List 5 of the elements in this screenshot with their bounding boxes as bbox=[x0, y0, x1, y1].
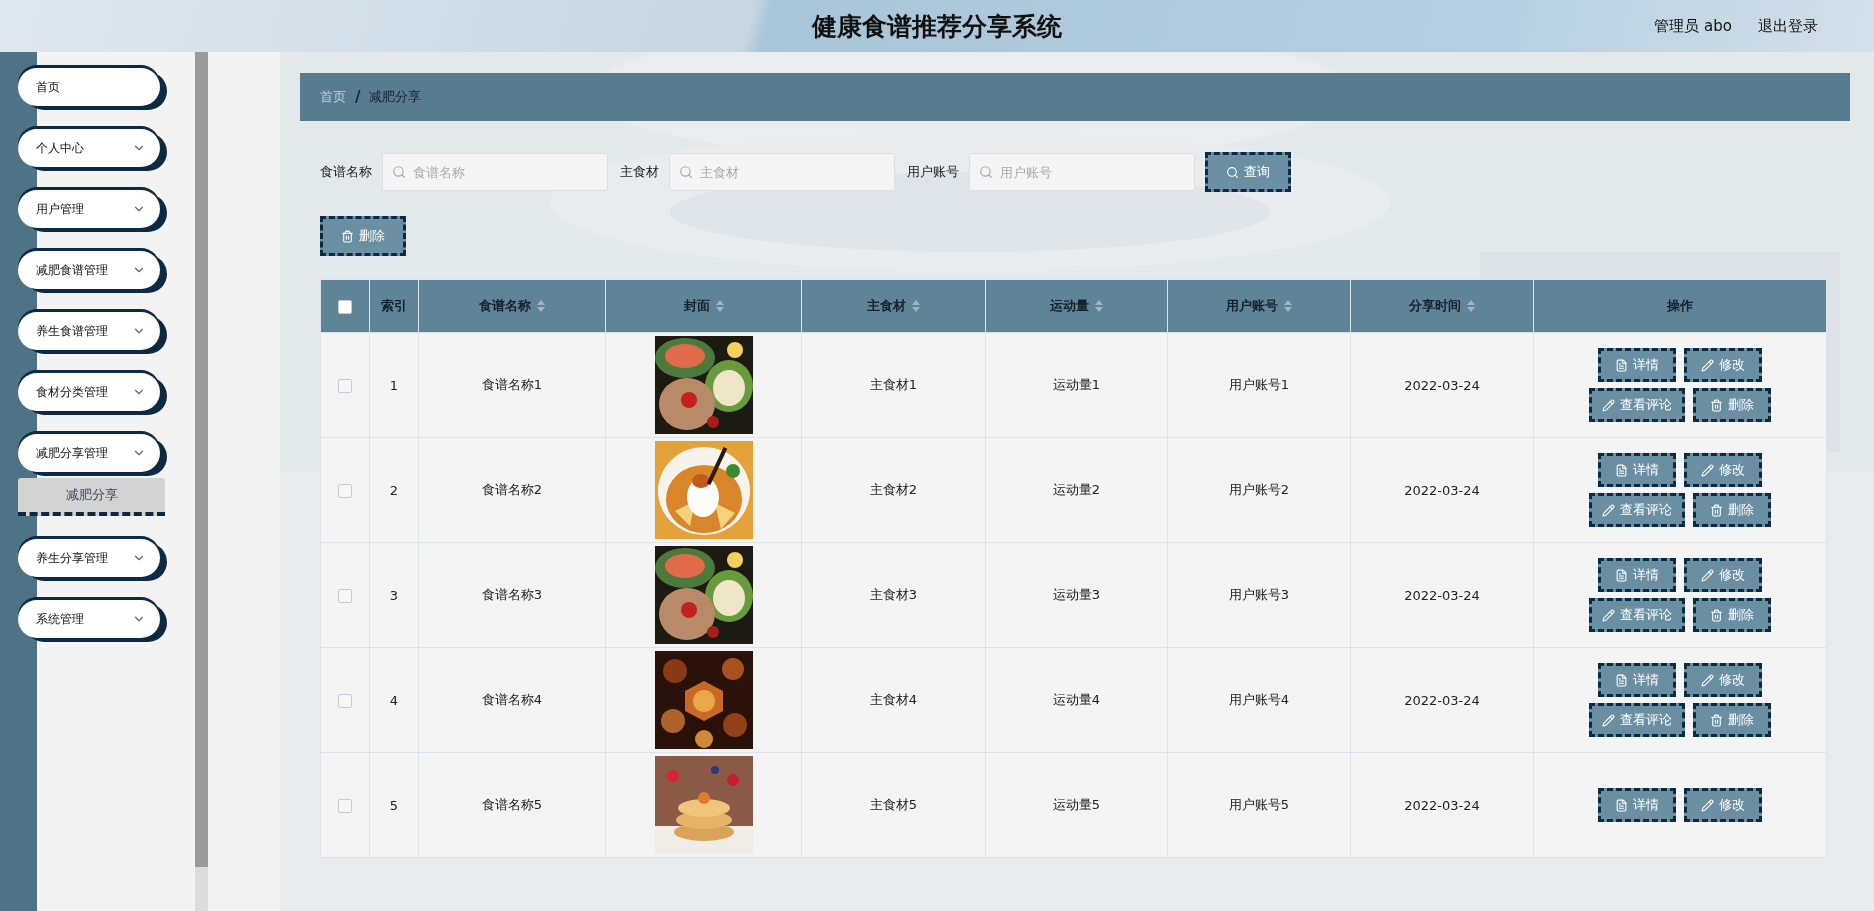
logout-link[interactable]: 退出登录 bbox=[1758, 16, 1818, 36]
app-title: 健康食谱推荐分享系统 bbox=[812, 10, 1062, 43]
user-label: 管理员 abo bbox=[1654, 16, 1732, 36]
scrollbar[interactable] bbox=[195, 52, 208, 911]
submenu-item[interactable]: 减肥分享 bbox=[18, 478, 165, 516]
